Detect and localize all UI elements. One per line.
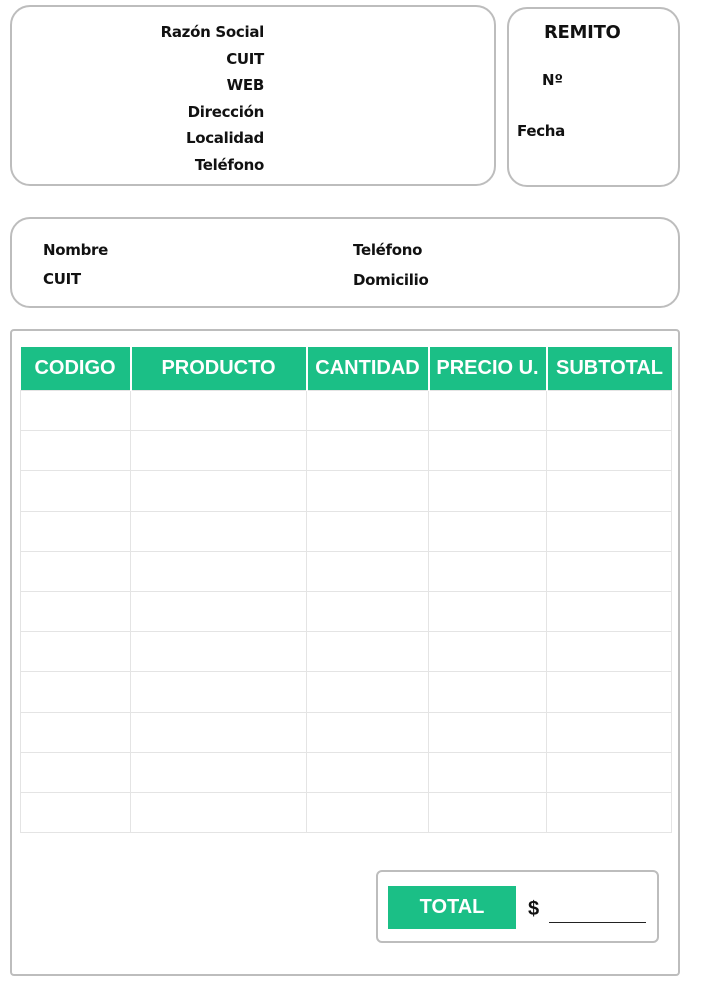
table-row — [20, 671, 672, 713]
cell-codigo[interactable] — [20, 751, 131, 793]
table-row — [20, 590, 672, 633]
table-row — [20, 631, 672, 673]
cell-precio-unitario[interactable] — [428, 751, 547, 793]
company-business-name-label: Razón Social — [160, 23, 265, 41]
cell-producto[interactable] — [130, 550, 307, 592]
cell-subtotal[interactable] — [546, 751, 672, 793]
client-phone-label: Teléfono — [353, 241, 423, 259]
column-header-codigo: CODIGO — [20, 347, 132, 391]
cell-cantidad[interactable] — [306, 389, 429, 432]
cell-subtotal[interactable] — [546, 430, 672, 472]
items-table-header: CODIGO PRODUCTO CANTIDAD PRECIO U. SUBTO… — [20, 347, 672, 391]
cell-precio-unitario[interactable] — [428, 510, 547, 552]
company-phone-label: Teléfono — [194, 155, 264, 174]
total-label: TOTAL — [388, 886, 516, 929]
cell-producto[interactable] — [130, 430, 307, 472]
cell-cantidad[interactable] — [306, 671, 429, 713]
cell-codigo[interactable] — [20, 631, 131, 673]
table-row — [20, 510, 672, 552]
table-row — [20, 389, 672, 432]
currency-symbol: $ — [528, 898, 540, 920]
remito-box: REMITO Nº Fecha — [507, 7, 680, 187]
cell-precio-unitario[interactable] — [428, 430, 547, 472]
cell-producto[interactable] — [130, 751, 307, 793]
cell-cantidad[interactable] — [306, 590, 429, 633]
company-address-label: Dirección — [187, 102, 265, 121]
table-row — [20, 791, 672, 834]
remito-number-label: Nº — [542, 71, 564, 89]
remito-date-label: Fecha — [517, 122, 566, 140]
cell-subtotal[interactable] — [546, 711, 672, 753]
cell-producto[interactable] — [130, 510, 307, 552]
cell-subtotal[interactable] — [546, 791, 672, 834]
column-header-precio-unitario: PRECIO U. — [428, 347, 548, 391]
cell-precio-unitario[interactable] — [428, 711, 547, 753]
cell-codigo[interactable] — [20, 711, 131, 753]
client-name-label: Nombre — [43, 241, 108, 259]
client-info-box: Nombre CUIT Teléfono Domicilio — [10, 217, 680, 308]
cell-cantidad[interactable] — [306, 711, 429, 753]
cell-subtotal[interactable] — [546, 470, 672, 512]
cell-producto[interactable] — [130, 671, 307, 713]
table-row — [20, 751, 672, 793]
cell-cantidad[interactable] — [306, 791, 429, 834]
cell-codigo[interactable] — [20, 671, 131, 713]
cell-producto[interactable] — [130, 470, 307, 512]
client-cuit-label: CUIT — [43, 270, 81, 288]
total-amount-field[interactable] — [549, 922, 646, 923]
cell-cantidad[interactable] — [306, 550, 429, 592]
cell-codigo[interactable] — [20, 430, 131, 472]
cell-cantidad[interactable] — [306, 631, 429, 673]
cell-subtotal[interactable] — [546, 671, 672, 713]
cell-producto[interactable] — [130, 631, 307, 673]
cell-producto[interactable] — [130, 590, 307, 633]
cell-producto[interactable] — [130, 711, 307, 753]
total-box: TOTAL $ — [376, 870, 659, 943]
cell-precio-unitario[interactable] — [428, 550, 547, 592]
cell-codigo[interactable] — [20, 470, 131, 512]
column-header-producto: PRODUCTO — [130, 347, 308, 391]
cell-subtotal[interactable] — [546, 550, 672, 592]
column-header-subtotal: SUBTOTAL — [546, 347, 672, 391]
cell-precio-unitario[interactable] — [428, 791, 547, 834]
cell-precio-unitario[interactable] — [428, 671, 547, 713]
cell-producto[interactable] — [130, 389, 307, 432]
cell-precio-unitario[interactable] — [428, 470, 547, 512]
cell-codigo[interactable] — [20, 590, 131, 633]
cell-precio-unitario[interactable] — [428, 389, 547, 432]
cell-subtotal[interactable] — [546, 631, 672, 673]
table-row — [20, 711, 672, 753]
cell-precio-unitario[interactable] — [428, 590, 547, 633]
cell-subtotal[interactable] — [546, 389, 672, 432]
cell-subtotal[interactable] — [546, 510, 672, 552]
cell-cantidad[interactable] — [306, 430, 429, 472]
company-info-box: Razón Social CUIT WEB Dirección Localida… — [10, 5, 496, 186]
cell-producto[interactable] — [130, 791, 307, 834]
company-cuit-label: CUIT — [226, 49, 264, 68]
cell-codigo[interactable] — [20, 389, 131, 432]
cell-cantidad[interactable] — [306, 510, 429, 552]
company-web-label: WEB — [226, 76, 265, 94]
remito-title: REMITO — [544, 22, 621, 43]
table-row — [20, 470, 672, 512]
items-table: CODIGO PRODUCTO CANTIDAD PRECIO U. SUBTO… — [20, 347, 672, 834]
table-row — [20, 430, 672, 472]
items-table-body — [20, 389, 672, 834]
cell-subtotal[interactable] — [546, 590, 672, 633]
cell-cantidad[interactable] — [306, 751, 429, 793]
cell-precio-unitario[interactable] — [428, 631, 547, 673]
table-row — [20, 550, 672, 592]
cell-cantidad[interactable] — [306, 470, 429, 512]
company-city-label: Localidad — [185, 129, 264, 147]
cell-codigo[interactable] — [20, 550, 131, 592]
column-header-cantidad: CANTIDAD — [306, 347, 430, 391]
cell-codigo[interactable] — [20, 791, 131, 834]
client-address-label: Domicilio — [353, 271, 429, 289]
cell-codigo[interactable] — [20, 510, 131, 552]
company-fields: Razón Social CUIT WEB Dirección Localida… — [160, 19, 265, 178]
